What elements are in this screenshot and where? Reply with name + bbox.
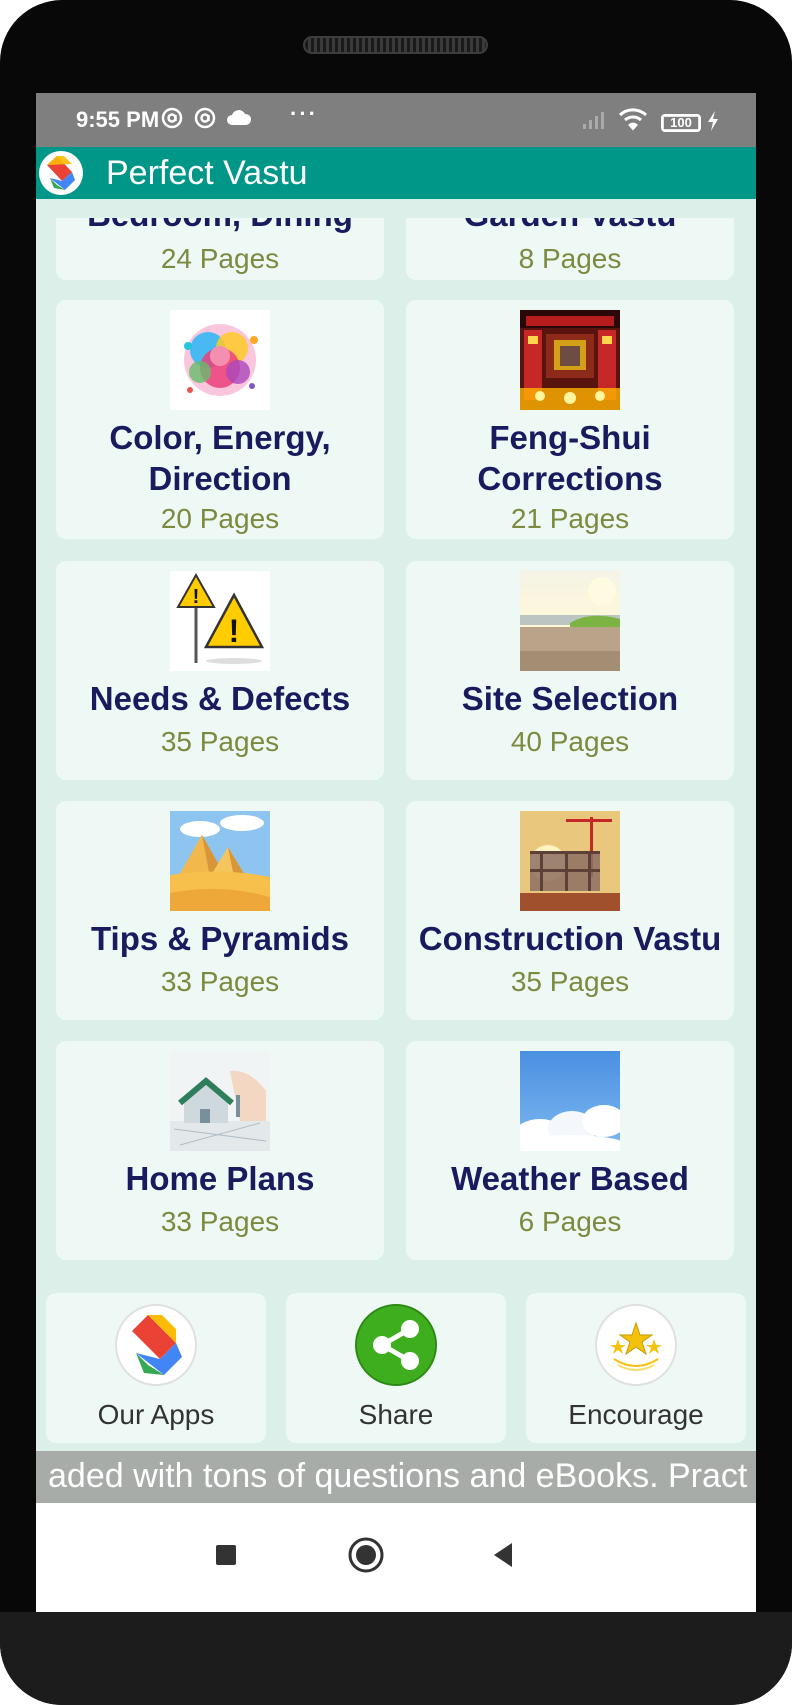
status-time: 9:55 PM bbox=[76, 107, 160, 132]
construction-site-image bbox=[520, 811, 620, 911]
navigation-bar bbox=[36, 1503, 756, 1612]
category-title: Color, Energy, Direction bbox=[109, 419, 331, 497]
our-apps-label: Our Apps bbox=[97, 1399, 215, 1430]
chinese-temple-image bbox=[520, 310, 620, 410]
share-label: Share bbox=[358, 1399, 434, 1430]
screen: 9:55 PM ··· 100 Perfect Vastu 24 Pages 8… bbox=[36, 93, 756, 1612]
bottom-actions: Our Apps Share Encourage bbox=[36, 1281, 756, 1451]
category-pages: 33 Pages bbox=[160, 966, 280, 997]
at-sign-icon bbox=[194, 107, 216, 129]
app-bar: Perfect Vastu bbox=[36, 147, 756, 199]
category-title: Bedroom, Dining bbox=[60, 218, 380, 235]
empty-land-image bbox=[520, 571, 620, 671]
category-pages: 33 Pages bbox=[160, 1206, 280, 1237]
category-title: Garden Vastu bbox=[410, 218, 730, 235]
category-card-construction-vastu[interactable]: Construction Vastu 35 Pages bbox=[406, 801, 734, 1020]
marquee-banner: aded with tons of questions and eBooks. … bbox=[36, 1451, 756, 1503]
category-pages: 35 Pages bbox=[160, 726, 280, 757]
category-card-feng-shui[interactable]: Feng-Shui Corrections 21 Pages bbox=[406, 300, 734, 539]
category-pages: 6 Pages bbox=[518, 1206, 622, 1237]
circle-icon[interactable] bbox=[346, 1535, 386, 1575]
category-pages: 35 Pages bbox=[510, 966, 630, 997]
category-grid: Bedroom, Dining 24 Pages Garden Vastu 8 … bbox=[36, 218, 756, 1281]
at-sign-icon bbox=[161, 107, 183, 129]
svg-text:!: ! bbox=[229, 613, 240, 649]
warning-signs-image: ! ! bbox=[170, 571, 270, 671]
category-title: Site Selection bbox=[461, 680, 679, 717]
triangle-back-icon[interactable] bbox=[484, 1535, 524, 1575]
share-button[interactable]: Share bbox=[286, 1293, 506, 1443]
category-title: Construction Vastu bbox=[418, 920, 722, 957]
app-logo-icon bbox=[115, 1304, 197, 1386]
clouds-sky-image bbox=[520, 1051, 620, 1151]
category-card-color-energy[interactable]: Color, Energy, Direction 20 Pages bbox=[56, 300, 384, 539]
cloud-icon bbox=[227, 110, 252, 125]
stars-icon bbox=[595, 1304, 677, 1386]
encourage-label: Encourage bbox=[568, 1399, 704, 1430]
svg-text:!: ! bbox=[193, 586, 200, 608]
app-title: Perfect Vastu bbox=[106, 154, 308, 192]
phone-chin bbox=[0, 1612, 792, 1705]
phone-frame: 9:55 PM ··· 100 Perfect Vastu 24 Pages 8… bbox=[0, 0, 792, 1705]
color-powder-explosion-image bbox=[170, 310, 270, 410]
category-card-bedroom-dining[interactable]: Bedroom, Dining 24 Pages bbox=[56, 218, 384, 280]
app-logo-icon[interactable] bbox=[38, 150, 84, 196]
category-title: Weather Based bbox=[451, 1160, 689, 1197]
category-title: Needs & Defects bbox=[89, 680, 351, 717]
pyramids-desert-image bbox=[170, 811, 270, 911]
category-title: Tips & Pyramids bbox=[91, 920, 349, 957]
category-pages: 8 Pages bbox=[518, 243, 622, 274]
share-icon bbox=[355, 1304, 437, 1386]
category-card-tips-pyramids[interactable]: Tips & Pyramids 33 Pages bbox=[56, 801, 384, 1020]
category-pages: 21 Pages bbox=[510, 503, 630, 534]
wifi-icon bbox=[618, 108, 648, 131]
category-pages: 40 Pages bbox=[510, 726, 630, 757]
encourage-button[interactable]: Encourage bbox=[526, 1293, 746, 1443]
category-title: Feng-Shui Corrections bbox=[477, 419, 663, 497]
house-model-image bbox=[170, 1051, 270, 1151]
charging-icon bbox=[708, 111, 718, 131]
our-apps-button[interactable]: Our Apps bbox=[46, 1293, 266, 1443]
category-card-garden-vastu[interactable]: Garden Vastu 8 Pages bbox=[406, 218, 734, 280]
marquee-text: aded with tons of questions and eBooks. … bbox=[48, 1457, 748, 1495]
category-pages: 24 Pages bbox=[160, 243, 280, 274]
signal-icon bbox=[583, 112, 604, 129]
category-card-needs-defects[interactable]: ! ! Needs & Defects 35 Pages bbox=[56, 561, 384, 780]
category-pages: 20 Pages bbox=[160, 503, 280, 534]
category-title: Home Plans bbox=[125, 1160, 315, 1197]
category-card-site-selection[interactable]: Site Selection 40 Pages bbox=[406, 561, 734, 780]
category-card-home-plans[interactable]: Home Plans 33 Pages bbox=[56, 1041, 384, 1260]
square-icon[interactable] bbox=[206, 1535, 246, 1575]
battery-icon: 100 bbox=[661, 114, 701, 132]
phone-speaker bbox=[303, 36, 488, 54]
battery-level: 100 bbox=[670, 115, 692, 130]
category-card-weather-based[interactable]: Weather Based 6 Pages bbox=[406, 1041, 734, 1260]
status-more: ··· bbox=[290, 101, 318, 126]
status-bar: 9:55 PM ··· 100 bbox=[36, 93, 756, 147]
